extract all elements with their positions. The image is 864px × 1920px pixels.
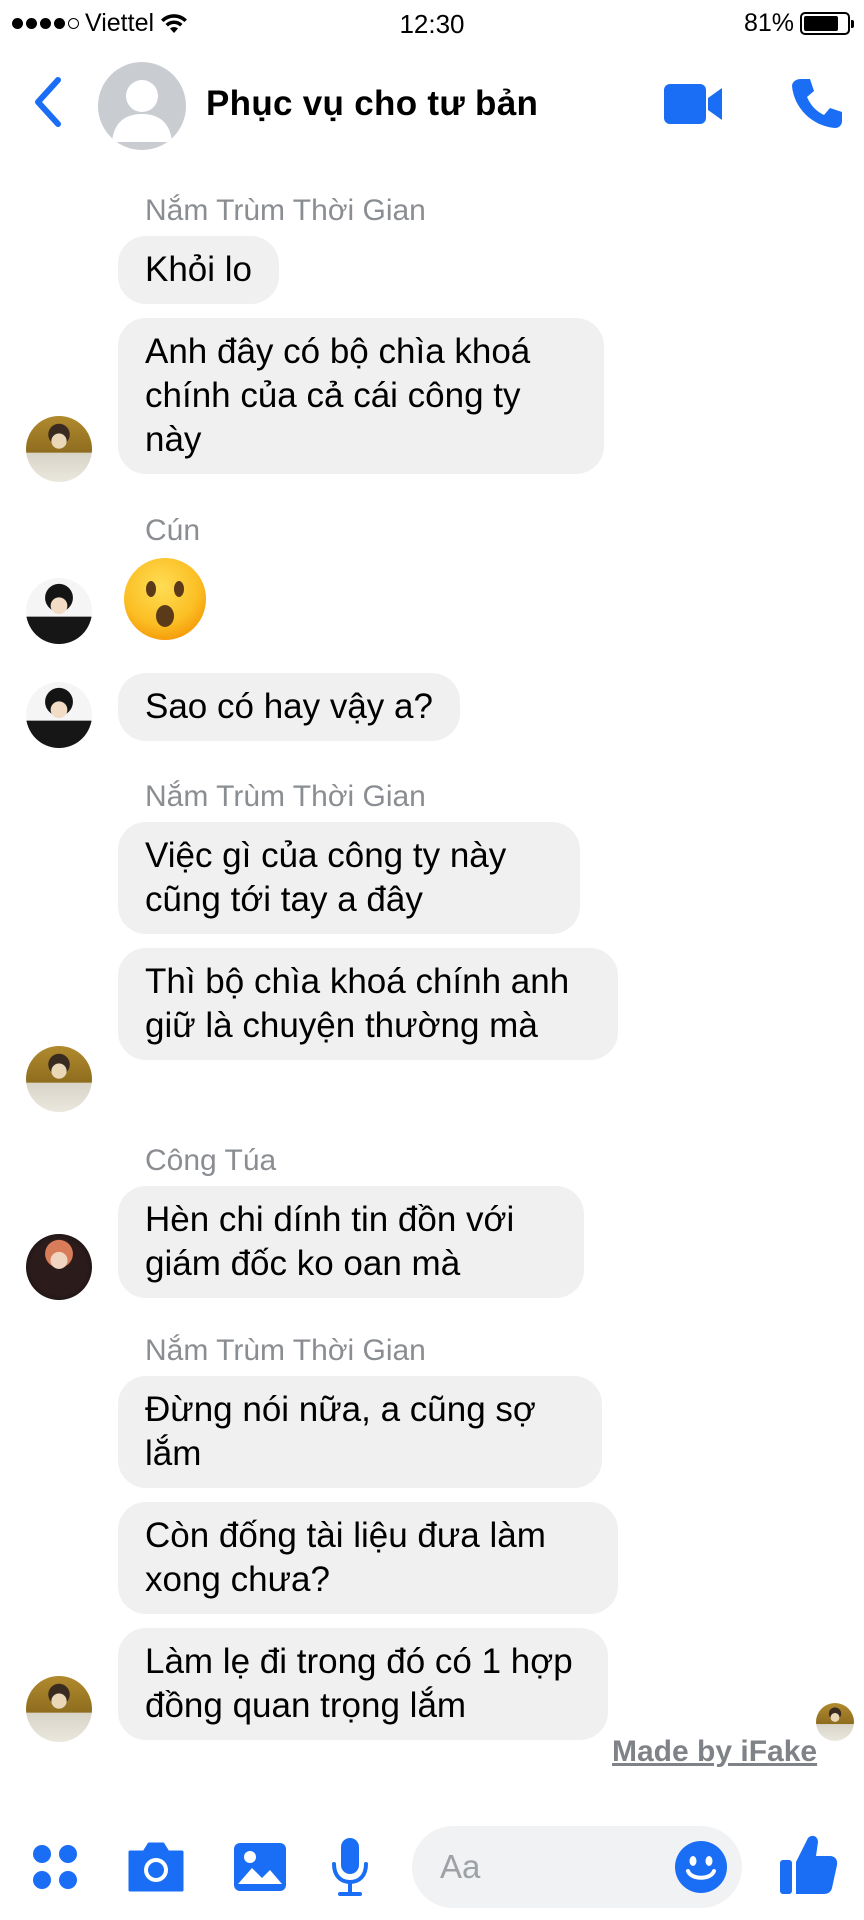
sender-avatar[interactable]	[26, 1234, 92, 1300]
sender-avatar[interactable]	[26, 682, 92, 748]
default-user-icon	[112, 80, 172, 142]
message-input[interactable]	[440, 1826, 660, 1908]
image-icon	[234, 1843, 286, 1891]
message-bubble[interactable]: Sao có hay vậy a?	[118, 673, 460, 741]
surprised-face-emoji[interactable]	[122, 556, 208, 642]
like-button[interactable]	[778, 1832, 838, 1898]
microphone-icon	[332, 1838, 368, 1896]
message-bubble[interactable]: Anh đây có bộ chìa khoá chính của cả cái…	[118, 318, 604, 474]
sender-avatar[interactable]	[26, 578, 92, 644]
message-bubble[interactable]: Còn đống tài liệu đưa làm xong chưa?	[118, 1502, 618, 1614]
message-bubble[interactable]: Việc gì của công ty này cũng tới tay a đ…	[118, 822, 580, 934]
message-bubble[interactable]: Hèn chi dính tin đồn với giám đốc ko oan…	[118, 1186, 584, 1298]
voice-message-button[interactable]	[330, 1836, 370, 1898]
watermark: Made by iFake	[612, 1735, 818, 1768]
four-dots-icon	[33, 1845, 77, 1889]
message-bubble[interactable]: Thì bộ chìa khoá chính anh giữ là chuyện…	[118, 948, 618, 1060]
emoji-icon[interactable]	[674, 1840, 728, 1894]
phone-icon	[792, 79, 842, 128]
voice-call-button[interactable]	[790, 76, 844, 130]
chevron-left-icon	[35, 77, 61, 127]
gallery-button[interactable]	[232, 1840, 288, 1894]
camera-icon	[128, 1842, 184, 1892]
message-composer[interactable]	[412, 1826, 742, 1908]
video-call-button[interactable]	[662, 82, 724, 126]
sender-avatar[interactable]	[26, 1046, 92, 1112]
battery-status: 81%	[743, 9, 854, 38]
sender-name: Cún	[145, 514, 201, 547]
clock: 12:30	[399, 9, 465, 39]
message-bubble[interactable]: Đừng nói nữa, a cũng sợ lắm	[118, 1376, 602, 1488]
sender-name: Nắm Trùm Thời Gian	[145, 780, 426, 813]
thumbs-up-icon	[780, 1835, 838, 1894]
sender-name: Công Túa	[145, 1144, 277, 1177]
sender-avatar[interactable]	[26, 1676, 92, 1742]
composer-toolbar	[0, 1820, 864, 1920]
message-bubble[interactable]: Khỏi lo	[118, 236, 280, 304]
read-receipt-avatar	[816, 1703, 854, 1741]
video-camera-icon	[664, 84, 722, 124]
back-button[interactable]	[28, 72, 72, 132]
battery-icon	[800, 12, 854, 35]
battery-percent: 81%	[743, 9, 794, 37]
chat-header: Phục vụ cho tư bản	[0, 50, 864, 160]
camera-button[interactable]	[126, 1840, 186, 1894]
conversation-avatar[interactable]	[98, 62, 186, 150]
conversation-title[interactable]: Phục vụ cho tư bản	[206, 84, 538, 124]
more-actions-button[interactable]	[30, 1842, 80, 1892]
sender-name: Nắm Trùm Thời Gian	[145, 194, 426, 227]
message-bubble[interactable]: Làm lẹ đi trong đó có 1 hợp đồng quan tr…	[118, 1628, 608, 1740]
status-bar: Viettel 12:30 81%	[0, 0, 864, 46]
sender-name: Nắm Trùm Thời Gian	[145, 1334, 426, 1367]
sender-avatar[interactable]	[26, 416, 92, 482]
